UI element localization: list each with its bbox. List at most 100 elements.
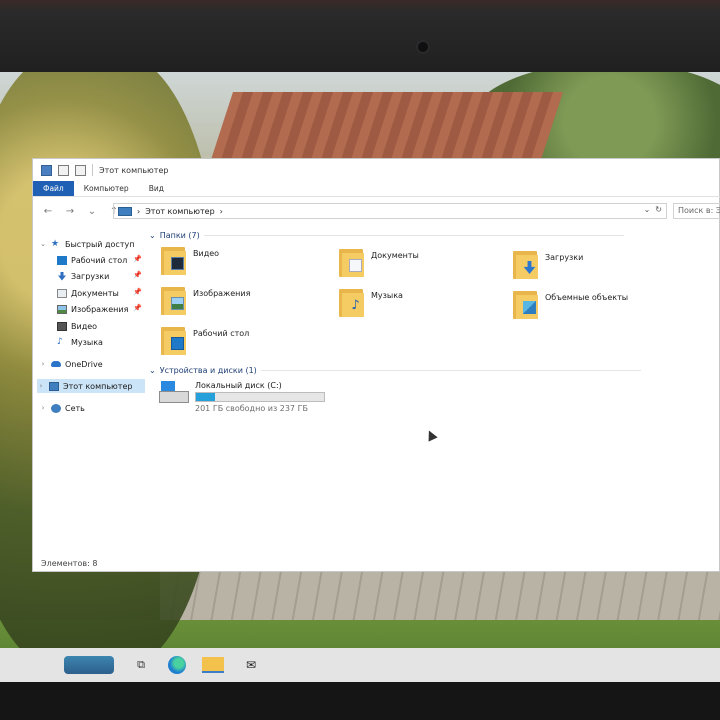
folder-name: Изображения — [193, 289, 251, 298]
forward-arrow-icon[interactable]: → — [63, 206, 77, 217]
folder-name: Музыка — [371, 291, 403, 300]
sidebar-item-label: OneDrive — [65, 359, 103, 369]
navigation-bar: ← → ⌄ ↑ › Этот компьютер › ⌄ ↻ Поиск в: … — [33, 199, 720, 223]
folders-group-header[interactable]: ⌄ Папки (7) — [149, 231, 624, 240]
address-bar[interactable]: › Этот компьютер › ⌄ ↻ — [113, 203, 667, 219]
monitor-bezel-top — [0, 0, 720, 78]
folder-item-documents[interactable]: Документы — [339, 247, 419, 277]
downloads-folder-icon — [513, 249, 539, 279]
sidebar-item-downloads[interactable]: Загрузки — [57, 269, 109, 283]
drive-usage-bar — [195, 392, 325, 402]
sidebar-item-this-pc[interactable]: › Этот компьютер — [37, 379, 145, 393]
recent-locations-icon[interactable]: ⌄ — [85, 206, 99, 217]
edge-icon[interactable] — [168, 656, 186, 674]
download-icon — [58, 271, 66, 281]
refresh-icon[interactable]: ↻ — [655, 205, 662, 214]
devices-group-header[interactable]: ⌄ Устройства и диски (1) — [149, 366, 641, 375]
desktop-folder-icon — [161, 325, 187, 355]
address-separator-icon: › — [219, 206, 223, 216]
drive-item-c[interactable]: Локальный диск (C:) 201 ГБ свободно из 2… — [159, 381, 325, 413]
weather-icon[interactable] — [64, 656, 114, 674]
desktop-icon — [57, 255, 67, 265]
music-icon: ♪ — [57, 337, 63, 347]
folder-item-downloads[interactable]: Загрузки — [513, 249, 583, 279]
back-arrow-icon[interactable]: ← — [41, 206, 55, 217]
sidebar-item-network[interactable]: › Сеть — [39, 401, 85, 415]
chevron-right-icon[interactable]: › — [39, 360, 47, 368]
divider — [92, 164, 93, 176]
chevron-down-icon[interactable]: ⌄ — [149, 231, 156, 240]
new-folder-icon[interactable] — [75, 164, 86, 176]
content-pane: ⌄ Папки (7) Видео Документы Загрузки Изо… — [149, 225, 720, 555]
chevron-right-icon[interactable]: › — [37, 382, 45, 390]
ribbon-tabs: Файл Компьютер Вид — [33, 181, 720, 197]
sidebar-item-documents[interactable]: Документы — [57, 286, 119, 300]
task-view-icon[interactable]: ⧉ — [130, 655, 152, 675]
pin-icon[interactable]: 📌 — [133, 255, 142, 263]
webcam — [416, 40, 430, 54]
sidebar-item-label: Музыка — [71, 337, 103, 347]
sidebar-item-video[interactable]: Видео — [57, 319, 97, 333]
video-icon — [57, 321, 67, 331]
sidebar-item-label: Изображения — [71, 304, 129, 314]
group-header-label: Папки (7) — [159, 231, 200, 240]
navigation-pane: ⌄ ★ Быстрый доступ Рабочий стол 📌 Загруз… — [33, 229, 147, 549]
title-bar: Этот компьютер — [33, 159, 720, 181]
file-explorer-window: Этот компьютер Файл Компьютер Вид ← → ⌄ … — [32, 158, 720, 572]
star-icon: ★ — [51, 239, 60, 249]
pin-icon[interactable]: 📌 — [133, 288, 142, 296]
status-bar-text: Элементов: 8 — [41, 559, 98, 568]
pin-icon[interactable]: 📌 — [133, 304, 142, 312]
sidebar-item-label: Загрузки — [71, 271, 110, 281]
folder-name: Рабочий стол — [193, 329, 250, 338]
address-dropdown-icon[interactable]: ⌄ — [644, 205, 651, 214]
window-title: Этот компьютер — [99, 165, 169, 175]
documents-folder-icon — [339, 247, 365, 277]
chevron-down-icon[interactable]: ⌄ — [149, 366, 156, 375]
tab-computer[interactable]: Компьютер — [74, 181, 139, 196]
sidebar-item-pictures[interactable]: Изображения — [57, 302, 128, 316]
folder-name: Загрузки — [545, 253, 584, 262]
sidebar-item-quick-access[interactable]: ⌄ ★ Быстрый доступ — [39, 237, 134, 251]
3d-objects-folder-icon — [513, 289, 539, 319]
tab-view[interactable]: Вид — [139, 181, 174, 196]
folder-name: Объемные объекты — [545, 293, 629, 302]
monitor-bezel-bottom — [0, 682, 720, 720]
drive-free-space: 201 ГБ свободно из 237 ГБ — [195, 404, 308, 413]
sidebar-item-desktop[interactable]: Рабочий стол — [57, 253, 127, 267]
pc-icon — [49, 381, 59, 391]
folder-item-desktop[interactable]: Рабочий стол — [161, 325, 249, 355]
group-header-label: Устройства и диски (1) — [159, 366, 257, 375]
music-folder-icon: ♪ — [339, 287, 365, 317]
chevron-down-icon[interactable]: ⌄ — [39, 240, 47, 248]
folder-item-3d-objects[interactable]: Объемные объекты — [513, 289, 628, 319]
drive-name: Локальный диск (C:) — [195, 381, 282, 390]
sidebar-item-label: Быстрый доступ — [65, 239, 135, 249]
hard-drive-icon — [159, 381, 189, 407]
pictures-icon — [57, 304, 67, 314]
divider — [203, 235, 624, 236]
pictures-folder-icon — [161, 285, 187, 315]
sidebar-item-label: Документы — [71, 288, 119, 298]
network-icon — [51, 403, 61, 413]
folder-item-video[interactable]: Видео — [161, 245, 219, 275]
file-explorer-icon[interactable] — [202, 657, 224, 673]
video-folder-icon — [161, 245, 187, 275]
divider — [260, 370, 641, 371]
sidebar-item-onedrive[interactable]: › OneDrive — [39, 357, 103, 371]
tab-file[interactable]: Файл — [33, 181, 74, 196]
mail-icon[interactable]: ✉ — [240, 655, 262, 675]
sidebar-item-label: Этот компьютер — [63, 381, 133, 391]
onedrive-icon — [51, 361, 61, 367]
folder-item-pictures[interactable]: Изображения — [161, 285, 250, 315]
folder-item-music[interactable]: ♪ Музыка — [339, 287, 403, 317]
chevron-right-icon[interactable]: › — [39, 404, 47, 412]
drive-usage-fill — [196, 393, 216, 401]
sidebar-item-label: Видео — [71, 321, 98, 331]
search-input[interactable]: Поиск в: Этот компьютер — [673, 203, 720, 219]
properties-icon[interactable] — [58, 164, 69, 176]
sidebar-item-music[interactable]: ♪ Музыка — [57, 335, 103, 349]
pin-icon[interactable]: 📌 — [133, 271, 142, 279]
documents-icon — [57, 288, 67, 298]
pc-icon — [118, 206, 132, 216]
